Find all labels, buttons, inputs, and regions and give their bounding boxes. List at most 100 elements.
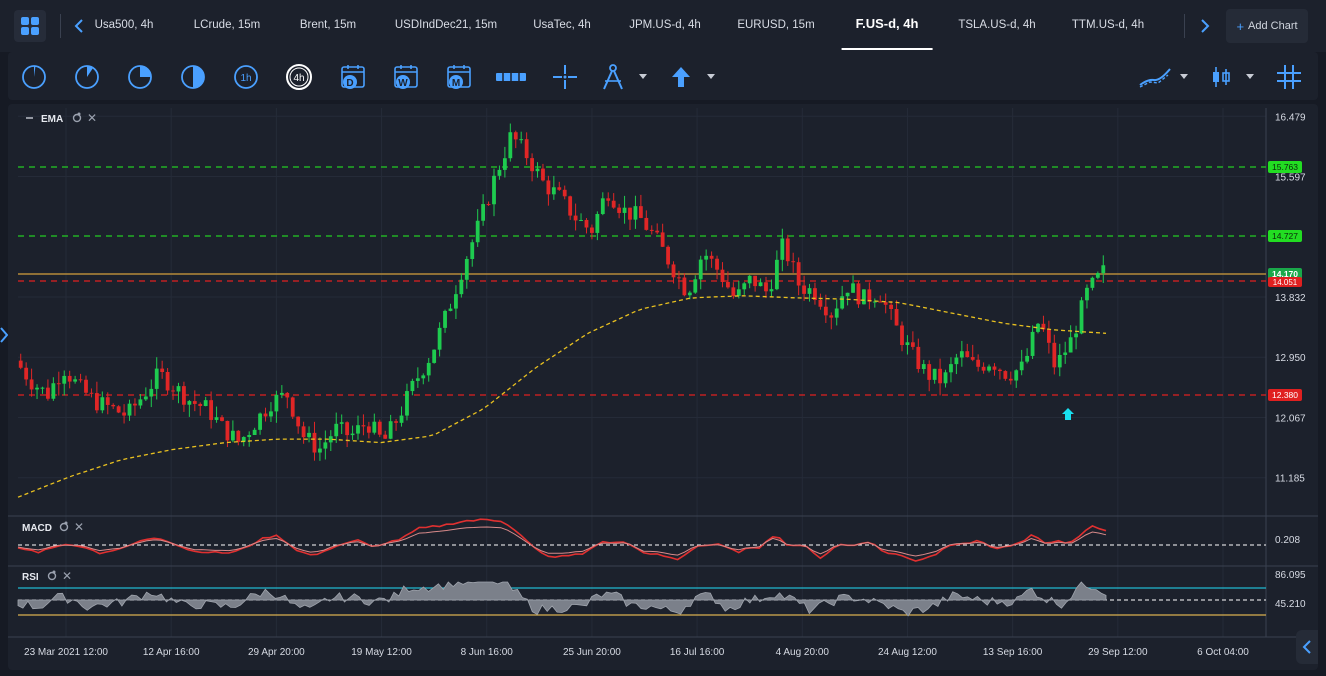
add-chart-button[interactable]: + Add Chart — [1226, 9, 1308, 43]
candle-body — [394, 421, 398, 423]
price-tag-label: 14.727 — [1272, 231, 1298, 241]
candle-body — [726, 281, 730, 288]
timeframe-m30-button[interactable] — [178, 62, 208, 92]
candle-body — [274, 394, 279, 412]
candle-body — [513, 132, 518, 140]
horizontal-gridlines — [18, 115, 1266, 479]
tab-eurusd[interactable]: EURUSD, 15m — [723, 0, 828, 50]
trade-direction-button[interactable] — [666, 62, 696, 92]
candle-body — [546, 180, 551, 195]
candle-body — [611, 200, 616, 208]
candle-body — [464, 258, 469, 280]
tabs-scroll-right-button[interactable] — [1194, 14, 1216, 38]
drawing-tools-dropdown-caret[interactable] — [639, 74, 647, 79]
calendar-month-icon: M — [447, 65, 471, 89]
timeframe-daily-button[interactable]: D — [338, 62, 368, 92]
tab-usa500[interactable]: Usa500, 4h — [81, 0, 168, 50]
candle-body — [160, 368, 165, 373]
timeframe-h4-button[interactable]: 4h — [284, 62, 314, 92]
candle-body — [361, 425, 366, 427]
candle-body — [818, 300, 823, 307]
trade-signal-arrow-icon[interactable] — [1062, 408, 1074, 420]
tab-ttm[interactable]: TTM.US-d, 4h — [1058, 0, 1158, 50]
candle-body — [845, 292, 850, 297]
candle-body — [682, 277, 687, 296]
candle-body — [731, 287, 736, 296]
candle-body — [568, 196, 573, 216]
candle-body — [606, 198, 611, 201]
candle-body — [415, 378, 420, 381]
tab-f-us[interactable]: F.US-d, 4h — [841, 0, 933, 50]
tab-divider — [60, 14, 61, 38]
ruler-tool-button[interactable] — [494, 62, 528, 92]
drawing-tools-button[interactable] — [598, 62, 628, 92]
tab-usdind[interactable]: USDIndDec21, 15m — [381, 0, 511, 50]
candle-body — [443, 310, 447, 328]
candle-body — [562, 189, 567, 197]
candle-body — [1003, 371, 1008, 379]
timeframe-weekly-button[interactable]: W — [391, 62, 421, 92]
timeframe-h1-button[interactable]: 1h — [231, 62, 261, 92]
layout-grid-button[interactable] — [14, 10, 46, 42]
candle-body — [970, 357, 975, 360]
price-chart[interactable]: 16.479 15.597 13.832 12.950 12.067 11.185 15.… — [8, 104, 1318, 670]
candle-body — [296, 416, 301, 427]
candle-body — [236, 430, 241, 442]
candle-body — [535, 168, 540, 172]
candle-body — [230, 430, 235, 441]
indicators-dropdown-caret[interactable] — [1180, 74, 1188, 79]
candle-body — [301, 426, 306, 438]
calendar-w-label: W — [398, 78, 408, 89]
candle-body — [454, 294, 458, 309]
settings-gear-icon[interactable] — [47, 570, 57, 581]
close-icon[interactable]: ✕ — [87, 111, 97, 125]
candle-type-dropdown-caret[interactable] — [1246, 74, 1254, 79]
candle-body — [421, 375, 426, 379]
candle-body — [959, 351, 964, 358]
candle-body — [666, 246, 670, 265]
plus-icon: + — [1236, 18, 1245, 34]
candle-body — [24, 367, 29, 380]
candle-body — [541, 168, 545, 181]
chart-grid-toggle-button[interactable] — [1274, 62, 1304, 92]
candle-body — [111, 404, 116, 407]
time-axis-label: 4 Aug 20:00 — [776, 647, 830, 658]
candle-body — [856, 283, 861, 305]
candle-body — [698, 259, 703, 280]
candle-body — [840, 296, 845, 309]
tab-jpm[interactable]: JPM.US-d, 4h — [615, 0, 715, 50]
candle-body — [1019, 361, 1024, 371]
candle-type-button[interactable] — [1206, 62, 1236, 92]
candle-body — [1090, 277, 1095, 288]
candle-body — [785, 238, 790, 262]
settings-gear-icon[interactable] — [72, 112, 82, 123]
m5-icon — [75, 65, 99, 89]
tab-lcrude[interactable]: LCrude, 15m — [180, 0, 274, 50]
tab-usatec[interactable]: UsaTec, 4h — [519, 0, 605, 50]
candle-body — [263, 413, 268, 417]
time-axis-label: 24 Aug 12:00 — [878, 647, 937, 658]
candle-body — [753, 275, 758, 287]
candle-body — [127, 403, 132, 416]
candle-body — [910, 342, 915, 347]
timeframe-m5-button[interactable] — [72, 62, 102, 92]
candle-body — [1052, 342, 1057, 368]
tab-brent[interactable]: Brent, 15m — [286, 0, 370, 50]
crosshair-tool-button[interactable] — [550, 62, 580, 92]
timeframe-m1-button[interactable] — [19, 62, 49, 92]
trade-direction-dropdown-caret[interactable] — [707, 74, 715, 79]
timeframe-m15-button[interactable] — [125, 62, 155, 92]
close-icon[interactable]: ✕ — [62, 569, 72, 583]
timeframe-monthly-button[interactable]: M — [444, 62, 474, 92]
tab-tsla[interactable]: TSLA.US-d, 4h — [944, 0, 1049, 50]
close-icon[interactable]: ✕ — [74, 520, 84, 534]
calendar-week-icon: W — [394, 65, 418, 89]
price-axis-label: 15.597 — [1275, 172, 1306, 183]
candle-body — [807, 288, 812, 294]
h4-icon: 4h — [286, 64, 312, 90]
indicators-button[interactable] — [1138, 62, 1172, 92]
collapse-panel-button[interactable] — [1296, 630, 1318, 664]
candle-body — [628, 207, 632, 220]
candle-body — [29, 379, 34, 390]
left-panel-handle[interactable] — [0, 326, 9, 349]
